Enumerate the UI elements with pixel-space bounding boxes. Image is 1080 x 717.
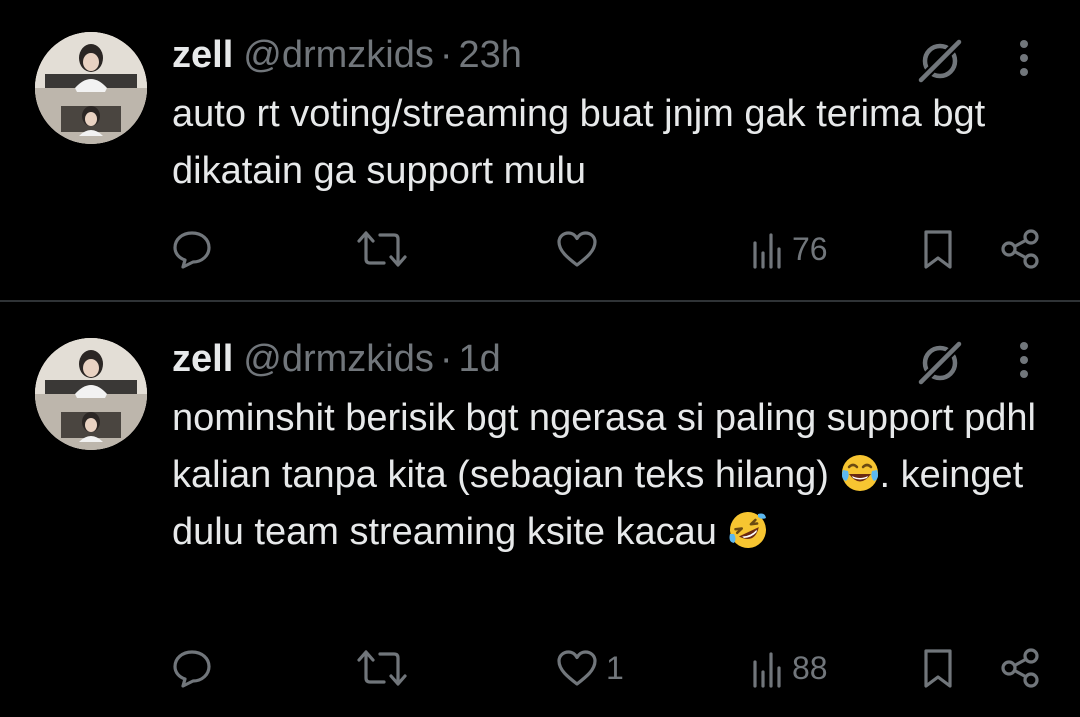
tweet-header: zell @drmzkids · 1d <box>172 338 501 388</box>
author-handle[interactable]: @drmzkids <box>243 338 434 381</box>
reply-button[interactable] <box>170 224 214 274</box>
bookmark-icon <box>918 646 958 690</box>
retweet-button[interactable] <box>356 224 408 274</box>
views-button[interactable]: 88 <box>750 643 828 693</box>
retweet-icon <box>356 646 408 690</box>
bookmark-button[interactable] <box>918 224 958 274</box>
author-name[interactable]: zell <box>172 338 233 381</box>
share-icon <box>998 646 1042 690</box>
views-button[interactable]: 76 <box>750 224 828 274</box>
separator-dot: · <box>439 338 453 380</box>
grok-icon[interactable] <box>914 336 966 388</box>
view-count: 76 <box>792 230 828 267</box>
separator-dot: · <box>439 34 453 76</box>
more-vertical-icon[interactable] <box>1010 38 1038 78</box>
retweet-button[interactable] <box>356 643 408 693</box>
share-button[interactable] <box>998 224 1042 274</box>
reply-button[interactable] <box>170 643 214 693</box>
reply-icon <box>170 646 214 690</box>
avatar[interactable] <box>35 338 147 450</box>
action-bar: 76 <box>0 224 1080 274</box>
timestamp[interactable]: 1d <box>459 338 501 381</box>
reply-icon <box>170 227 214 271</box>
more-vertical-icon[interactable] <box>1010 340 1038 380</box>
like-button[interactable]: 1 <box>554 643 624 693</box>
action-bar: 1 88 <box>0 643 1080 693</box>
tweet-text-content: auto rt voting/streaming buat jnjm gak t… <box>172 93 996 192</box>
author-name[interactable]: zell <box>172 34 233 77</box>
author-handle[interactable]: @drmzkids <box>243 34 434 77</box>
tweet-header: zell @drmzkids · 23h <box>172 34 522 84</box>
rolling-on-the-floor-laughing-icon <box>728 510 768 550</box>
face-with-tears-of-joy-icon <box>840 453 880 493</box>
views-chart-icon <box>750 646 786 690</box>
bookmark-button[interactable] <box>918 643 958 693</box>
avatar[interactable] <box>35 32 147 144</box>
tweet-text: auto rt voting/streaming buat jnjm gak t… <box>172 86 1052 200</box>
view-count: 88 <box>792 649 828 686</box>
like-count: 1 <box>606 649 624 686</box>
tweet[interactable]: zell @drmzkids · 1d nominshit berisik bg… <box>0 302 1080 717</box>
timestamp[interactable]: 23h <box>459 34 522 77</box>
views-chart-icon <box>750 227 786 271</box>
grok-icon[interactable] <box>914 34 966 86</box>
like-button[interactable] <box>554 224 606 274</box>
tweet[interactable]: zell @drmzkids · 23h auto rt voting/stre… <box>0 0 1080 300</box>
share-icon <box>998 227 1042 271</box>
tweet-text: nominshit berisik bgt ngerasa si paling … <box>172 390 1052 561</box>
bookmark-icon <box>918 227 958 271</box>
heart-icon <box>554 227 600 271</box>
heart-icon <box>554 646 600 690</box>
share-button[interactable] <box>998 643 1042 693</box>
retweet-icon <box>356 227 408 271</box>
